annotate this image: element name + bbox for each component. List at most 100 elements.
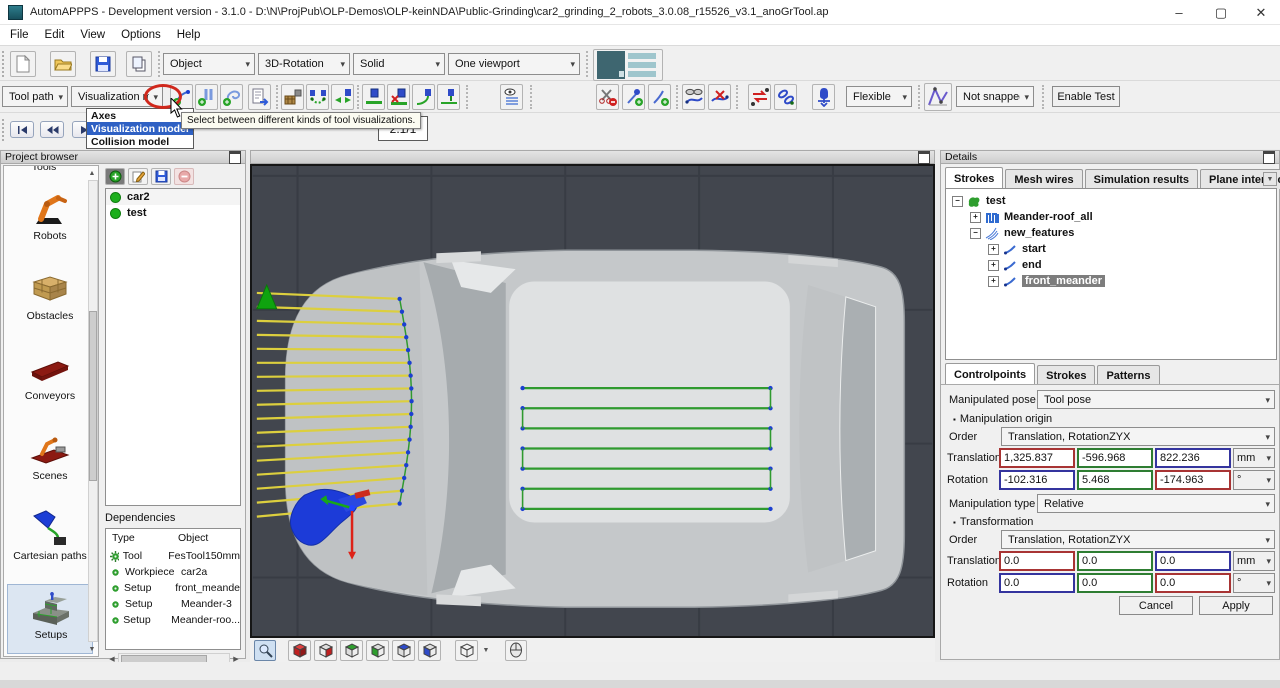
cancel-button[interactable]: Cancel [1119, 596, 1193, 615]
copy-button[interactable] [126, 51, 152, 77]
rotation2-x-field[interactable]: 0.0 [1155, 573, 1231, 593]
tree-node-end[interactable]: + end [988, 257, 1042, 273]
viewport-preview-button[interactable] [593, 49, 663, 81]
view-bottom-button[interactable] [418, 640, 441, 661]
manipulation-type-combo[interactable]: Relative [1037, 494, 1275, 513]
tool-workpiece-button[interactable] [281, 84, 304, 110]
category-setups-selected[interactable]: Setups [7, 584, 93, 654]
translation-x-field[interactable]: 1,325.837 [999, 448, 1075, 468]
view-path-button[interactable] [682, 84, 705, 110]
add-point-end-button[interactable] [622, 84, 645, 110]
tab-strokes[interactable]: Strokes [945, 167, 1003, 189]
maximize-panel-icon[interactable] [1263, 151, 1275, 164]
open-button[interactable] [50, 51, 76, 77]
category-setups[interactable]: Setups [11, 587, 91, 641]
rotation-mode-combo[interactable]: 3D-Rotation [258, 53, 350, 75]
manipulation-origin-section[interactable]: ▪ Manipulation origin [953, 413, 1052, 425]
view-dropdown-icon[interactable]: ▼ [481, 641, 491, 660]
stroke-visibility-button[interactable] [500, 84, 523, 110]
menu-file[interactable]: File [4, 27, 39, 43]
category-tools[interactable]: Tools [4, 166, 84, 175]
tree-expander[interactable]: + [988, 244, 999, 255]
snap-mode-combo[interactable]: Not snapped [956, 86, 1034, 107]
add-object-button[interactable] [105, 168, 125, 185]
object-row-test[interactable]: test [106, 205, 240, 221]
maximize-button[interactable]: ▢ [1200, 0, 1242, 25]
category-obstacles[interactable]: Obstacles [10, 268, 90, 322]
viewport-layout-combo[interactable]: One viewport [448, 53, 580, 75]
tree-node-new-features[interactable]: − new_features [970, 225, 1074, 241]
save-object-button[interactable] [151, 168, 171, 185]
object-mode-combo[interactable]: Object [163, 53, 255, 75]
tree-node-front-meander[interactable]: + front_meander [988, 273, 1105, 289]
dependency-row[interactable]: Setup Meander-3 [106, 596, 240, 612]
skip-start-button[interactable] [10, 121, 34, 138]
delete-path-point-button[interactable] [708, 84, 731, 110]
order1-combo[interactable]: Translation, RotationZYX [1001, 427, 1275, 446]
maximize-panel-icon[interactable] [918, 151, 930, 164]
tree-node-test[interactable]: − test [952, 193, 1006, 209]
translation2-y-field[interactable]: 0.0 [1077, 551, 1153, 571]
translation2-unit-combo[interactable]: mm [1233, 551, 1275, 571]
rotation-z-field[interactable]: -102.316 [999, 470, 1075, 490]
new-file-button[interactable] [10, 51, 36, 77]
tool-arrows-button[interactable] [331, 84, 354, 110]
manipulated-pose-combo[interactable]: Tool pose [1037, 390, 1275, 409]
view-left-button[interactable] [340, 640, 363, 661]
tab-mesh-wires[interactable]: Mesh wires [1005, 169, 1082, 189]
rotation-unit-combo[interactable]: ° [1233, 470, 1275, 490]
rotation2-unit-combo[interactable]: ° [1233, 573, 1275, 593]
category-conveyors[interactable]: Conveyors [10, 348, 90, 402]
rotation2-z-field[interactable]: 0.0 [999, 573, 1075, 593]
scroll-down-icon[interactable]: ▼ [86, 644, 98, 655]
view-iso-button[interactable] [455, 640, 478, 661]
dropdown-item-collision-model[interactable]: Collision model [87, 135, 193, 148]
reverse-direction-button[interactable] [748, 84, 771, 110]
dependency-row[interactable]: Tool FesTool150mm [106, 548, 240, 564]
maximize-panel-icon[interactable] [229, 151, 241, 164]
tab-patterns[interactable]: Patterns [1097, 365, 1159, 385]
menu-options[interactable]: Options [115, 27, 171, 43]
rotation-x-field[interactable]: -174.963 [1155, 470, 1231, 490]
object-row-car2[interactable]: car2 [106, 189, 240, 205]
tab-strokes-sub[interactable]: Strokes [1037, 365, 1095, 385]
tool-delete-button[interactable] [387, 84, 410, 110]
tabs-overflow-icon[interactable]: ▼ [1263, 172, 1277, 186]
edit-object-button[interactable] [128, 168, 148, 185]
add-parallel-strokes-button[interactable] [195, 84, 218, 110]
tool-curve-button[interactable] [412, 84, 435, 110]
viewport-3d[interactable] [250, 164, 935, 638]
cut-stroke-button[interactable] [596, 84, 619, 110]
grinder-tool-button[interactable] [812, 84, 835, 110]
translation-unit-combo[interactable]: mm [1233, 448, 1275, 468]
dropdown-item-visualization-model[interactable]: Visualization model [87, 122, 193, 135]
dependency-row[interactable]: Setup front_meande [106, 580, 240, 596]
category-scrollbar[interactable] [88, 180, 98, 642]
view-front-button[interactable] [288, 640, 311, 661]
save-button[interactable] [90, 51, 116, 77]
view-right-button[interactable] [366, 640, 389, 661]
rotation2-y-field[interactable]: 0.0 [1077, 573, 1153, 593]
minimize-button[interactable]: – [1158, 0, 1200, 25]
transformation-section[interactable]: ▪ Transformation [953, 516, 1033, 528]
translation-y-field[interactable]: -596.968 [1077, 448, 1153, 468]
close-button[interactable]: ✕ [1240, 0, 1280, 25]
apply-button[interactable]: Apply [1199, 596, 1273, 615]
rotation-y-field[interactable]: 5.468 [1077, 470, 1153, 490]
view-back-button[interactable] [314, 640, 337, 661]
dependency-row[interactable]: Setup Meander-roo... [106, 612, 240, 628]
translation2-z-field[interactable]: 0.0 [1155, 551, 1231, 571]
mouse-mode-button[interactable] [505, 640, 527, 661]
enable-test-button[interactable]: Enable Test [1052, 86, 1120, 107]
tree-expander[interactable]: + [970, 212, 981, 223]
tool-baseline-button[interactable] [362, 84, 385, 110]
export-strokes-button[interactable] [248, 84, 271, 110]
category-cartesian-paths[interactable]: Cartesian paths [10, 508, 90, 562]
tree-expander[interactable]: + [988, 260, 999, 271]
tree-expander[interactable]: − [952, 196, 963, 207]
tree-node-meander-roof-all[interactable]: + Meander-roof_all [970, 209, 1093, 225]
translation-z-field[interactable]: 822.236 [1155, 448, 1231, 468]
tree-node-start[interactable]: + start [988, 241, 1046, 257]
dependency-row[interactable]: Workpiece car2a [106, 564, 240, 580]
menu-edit[interactable]: Edit [39, 27, 75, 43]
